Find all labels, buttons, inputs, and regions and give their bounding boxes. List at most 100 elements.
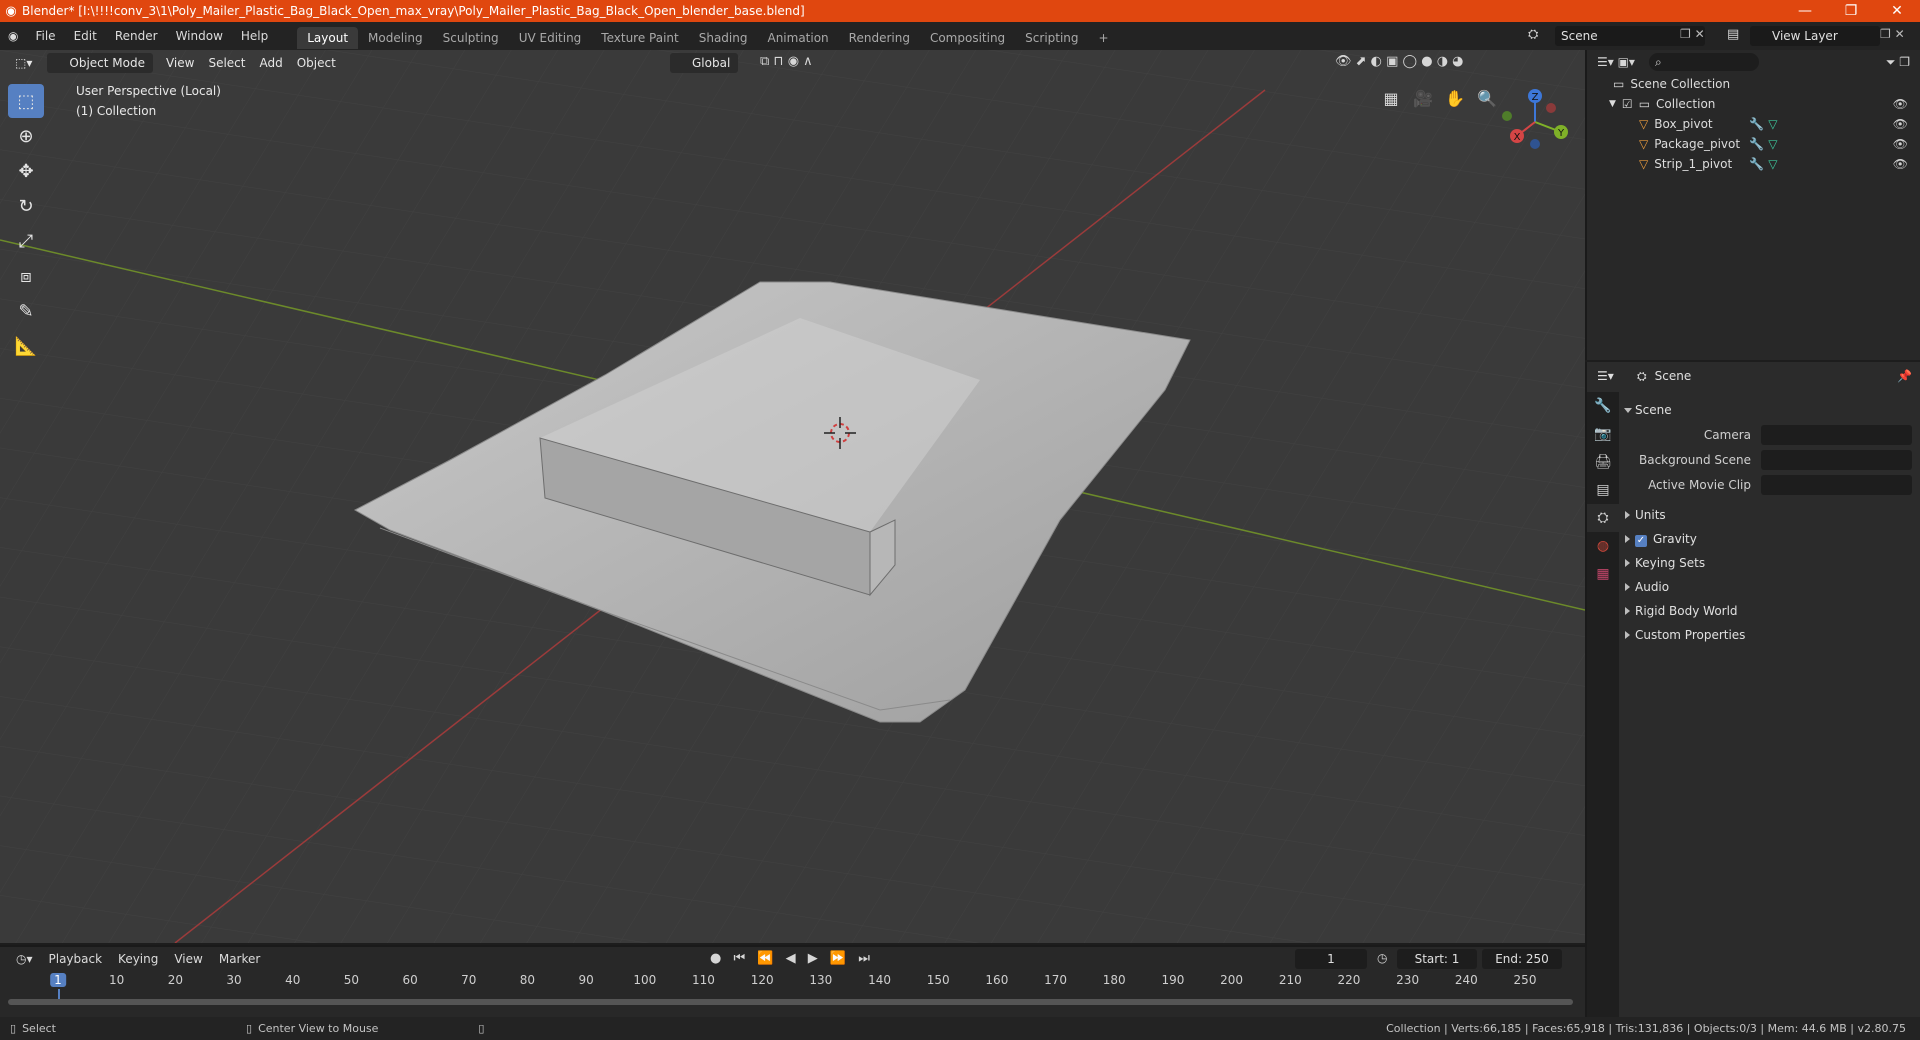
object-mode-dropdown[interactable]: Object Mode bbox=[47, 53, 153, 73]
annotate-tool-icon[interactable]: ✎ bbox=[8, 294, 44, 328]
scene-type-icon[interactable]: ⛭ bbox=[1528, 27, 1538, 42]
timeline-editor-icon[interactable]: ◷▾ bbox=[8, 952, 41, 966]
viewport-menu-select[interactable]: Select bbox=[201, 53, 252, 73]
outliner-object-row[interactable]: ▽ Package_pivot 🔧 ▽ 👁 bbox=[1587, 134, 1920, 154]
measure-tool-icon[interactable]: 📐 bbox=[8, 329, 44, 363]
section-custom-properties[interactable]: Custom Properties bbox=[1621, 623, 1920, 647]
tab-texture-paint[interactable]: Texture Paint bbox=[591, 27, 688, 49]
menu-help[interactable]: Help bbox=[232, 22, 277, 50]
viewport-menu-view[interactable]: View bbox=[159, 53, 201, 73]
visibility-eye-icon[interactable]: 👁 bbox=[1893, 97, 1908, 111]
tab-animation[interactable]: Animation bbox=[757, 27, 838, 49]
select-box-tool-icon[interactable]: ⬚ bbox=[8, 84, 44, 118]
cursor-tool-icon[interactable]: ⊕ bbox=[8, 119, 44, 153]
shading-icons[interactable]: 👁 ⬈ ◐ ▣ ◯ ● ◑ ◕ bbox=[1335, 54, 1464, 69]
pin-icon[interactable]: 📌 bbox=[1897, 369, 1912, 383]
menu-window[interactable]: Window bbox=[167, 22, 232, 50]
modifier-icon[interactable]: 🔧 bbox=[1749, 137, 1764, 151]
timeline-menu-marker[interactable]: Marker bbox=[211, 952, 268, 966]
tab-shading[interactable]: Shading bbox=[689, 27, 758, 49]
section-rigid-body-world[interactable]: Rigid Body World bbox=[1621, 599, 1920, 623]
end-frame-field[interactable]: End: 250 bbox=[1482, 949, 1562, 969]
timeline-ruler[interactable]: 1 10 20 30 40 50 60 70 80 90 100 110 120 130 140 150 160… bbox=[0, 973, 1585, 1001]
close-button[interactable]: ✕ bbox=[1874, 3, 1920, 19]
modifier-icon[interactable]: 🔧 bbox=[1749, 117, 1764, 131]
outliner-object-row[interactable]: ▽ Box_pivot 🔧 ▽ 👁 bbox=[1587, 114, 1920, 134]
section-keying-sets[interactable]: Keying Sets bbox=[1621, 551, 1920, 575]
mesh-data-icon[interactable]: ▽ bbox=[1768, 117, 1777, 131]
view-layer-icon[interactable]: ▤ bbox=[1727, 27, 1739, 42]
new-view-layer-icon[interactable]: ❐ ✕ bbox=[1880, 27, 1905, 41]
tab-layout[interactable]: Layout bbox=[297, 27, 359, 49]
blender-menu-icon[interactable]: ◉ bbox=[0, 22, 26, 50]
tab-compositing[interactable]: Compositing bbox=[920, 27, 1015, 49]
section-audio[interactable]: Audio bbox=[1621, 575, 1920, 599]
view-layer-tab-icon[interactable]: ▤ bbox=[1587, 476, 1619, 504]
move-tool-icon[interactable]: ✥ bbox=[8, 154, 44, 188]
visibility-eye-icon[interactable]: 👁 bbox=[1893, 137, 1908, 151]
3d-viewport[interactable]: Z Y X ⬚▾ Object Mode View Select Add Obj… bbox=[0, 50, 1585, 943]
properties-editor-icon[interactable]: ☰▾ bbox=[1597, 369, 1614, 383]
rotate-tool-icon[interactable]: ↻ bbox=[8, 189, 44, 223]
menu-file[interactable]: File bbox=[26, 22, 64, 50]
tab-modeling[interactable]: Modeling bbox=[358, 27, 433, 49]
scale-tool-icon[interactable]: ⤢ bbox=[8, 224, 44, 258]
pan-hand-icon[interactable]: ✋ bbox=[1444, 88, 1466, 110]
outliner-scene-collection[interactable]: ▭ Scene Collection bbox=[1587, 74, 1920, 94]
outliner-editor-icon[interactable]: ☰▾ ▣▾ bbox=[1597, 55, 1635, 69]
viewport-menu-add[interactable]: Add bbox=[252, 53, 289, 73]
tab-rendering[interactable]: Rendering bbox=[839, 27, 920, 49]
timeline-menu-view[interactable]: View bbox=[166, 952, 210, 966]
viewport-menu-object[interactable]: Object bbox=[290, 53, 343, 73]
menu-render[interactable]: Render bbox=[106, 22, 167, 50]
view-layer-selector[interactable]: View Layer bbox=[1750, 26, 1880, 46]
visibility-eye-icon[interactable]: 👁 bbox=[1893, 157, 1908, 171]
outliner-collection[interactable]: ▼ ☑ ▭ Collection 👁 bbox=[1587, 94, 1920, 114]
visibility-eye-icon[interactable]: 👁 bbox=[1893, 117, 1908, 131]
modifier-icon[interactable]: 🔧 bbox=[1749, 157, 1764, 171]
gravity-checkbox[interactable]: ✓ bbox=[1635, 535, 1647, 547]
section-scene[interactable]: Scene bbox=[1621, 398, 1920, 422]
section-units[interactable]: Units bbox=[1621, 503, 1920, 527]
add-workspace-button[interactable]: + bbox=[1089, 27, 1119, 49]
checkbox-icon[interactable]: ☑ bbox=[1622, 97, 1633, 111]
filter-icon[interactable]: ⏷ ❐ bbox=[1886, 55, 1910, 70]
tab-uv-editing[interactable]: UV Editing bbox=[509, 27, 592, 49]
outliner-search-input[interactable]: ⌕ bbox=[1648, 53, 1759, 71]
current-frame-field[interactable]: 1 bbox=[1295, 949, 1367, 969]
expand-arrow-icon[interactable]: ▼ bbox=[1609, 99, 1616, 109]
tool-tab-icon[interactable]: 🔧 bbox=[1587, 392, 1619, 420]
menu-edit[interactable]: Edit bbox=[65, 22, 106, 50]
tab-sculpting[interactable]: Sculpting bbox=[433, 27, 509, 49]
maximize-button[interactable]: ❐ bbox=[1828, 3, 1874, 19]
scene-tab-icon[interactable]: ⛭ bbox=[1587, 504, 1619, 532]
timeline-scrollbar[interactable] bbox=[8, 999, 1573, 1005]
clock-icon[interactable]: ◷ bbox=[1377, 951, 1387, 965]
background-scene-field[interactable] bbox=[1761, 449, 1912, 470]
active-movie-clip-row: Active Movie Clip bbox=[1621, 472, 1920, 497]
camera-view-icon[interactable]: 🎥 bbox=[1412, 88, 1434, 110]
zoom-icon[interactable]: 🔍 bbox=[1476, 88, 1498, 110]
tab-scripting[interactable]: Scripting bbox=[1015, 27, 1088, 49]
outliner-object-row[interactable]: ▽ Strip_1_pivot 🔧 ▽ 👁 bbox=[1587, 154, 1920, 174]
playback-controls[interactable]: ● ⏮ ⏪ ◀ ▶ ⏩ ⏭ bbox=[710, 951, 874, 966]
transform-orientation-dropdown[interactable]: Global bbox=[670, 53, 739, 73]
render-tab-icon[interactable]: 📷 bbox=[1587, 420, 1619, 448]
section-gravity[interactable]: ✓ Gravity bbox=[1621, 527, 1920, 551]
editor-type-icon[interactable]: ⬚▾ bbox=[8, 53, 39, 73]
minimize-button[interactable]: — bbox=[1782, 3, 1828, 19]
transform-tool-icon[interactable]: ⧈ bbox=[8, 259, 44, 293]
world-tab-icon[interactable]: ◍ bbox=[1587, 532, 1619, 560]
timeline-menu-keying[interactable]: Keying bbox=[110, 952, 166, 966]
new-scene-icon[interactable]: ❐ ✕ bbox=[1680, 27, 1705, 41]
output-tab-icon[interactable]: 🖨 bbox=[1587, 448, 1619, 476]
timeline-menu-playback[interactable]: Playback bbox=[41, 952, 111, 966]
snap-icon[interactable]: ⧉ ⊓ ◉ ∧ bbox=[760, 54, 813, 69]
mesh-data-icon[interactable]: ▽ bbox=[1768, 137, 1777, 151]
texture-tab-icon[interactable]: ▦ bbox=[1587, 560, 1619, 588]
active-movie-clip-field[interactable] bbox=[1761, 474, 1912, 495]
start-frame-field[interactable]: Start: 1 bbox=[1397, 949, 1477, 969]
mesh-data-icon[interactable]: ▽ bbox=[1768, 157, 1777, 171]
grid-toggle-icon[interactable]: ▦ bbox=[1380, 88, 1402, 110]
camera-field[interactable] bbox=[1761, 424, 1912, 445]
